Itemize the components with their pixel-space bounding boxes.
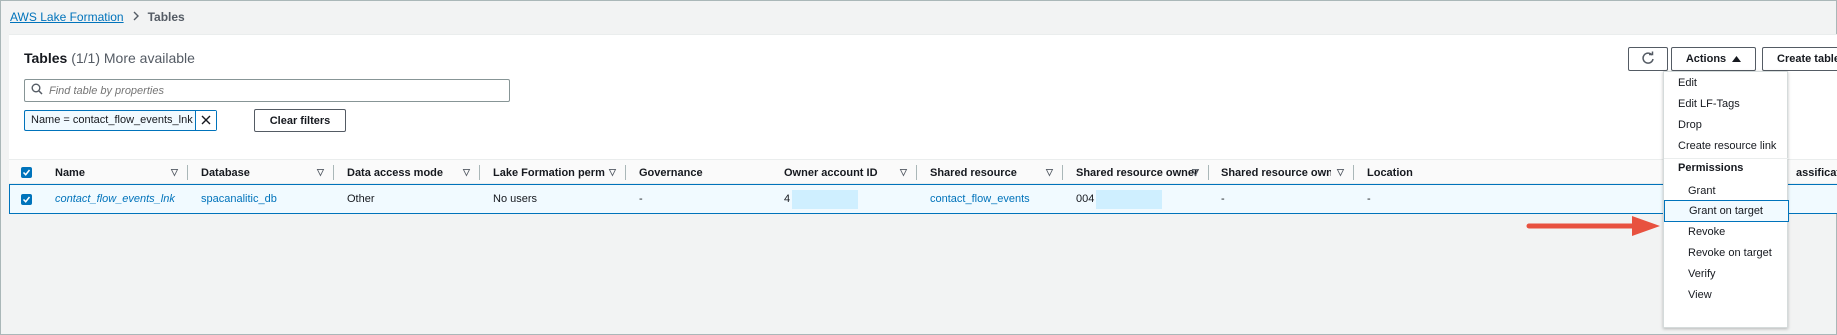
column-divider: [1062, 165, 1063, 180]
sort-icon: ▽: [609, 167, 616, 177]
cell-shared-resource-owner-2: -: [1221, 193, 1225, 205]
column-header-data-access-mode[interactable]: Data access mode ▽: [347, 160, 480, 185]
menu-item-create-resource-link[interactable]: Create resource link: [1664, 135, 1789, 157]
cell-name-link[interactable]: contact_flow_events_lnk: [55, 185, 175, 213]
menu-item-grant-on-target[interactable]: Grant on target: [1664, 200, 1789, 222]
screenshot-frame: AWS Lake Formation Tables Tables (1/1) M…: [0, 0, 1837, 335]
actions-label: Actions: [1685, 53, 1727, 65]
row-checkbox[interactable]: [21, 185, 32, 213]
column-header-database[interactable]: Database ▽: [201, 160, 334, 185]
column-header-owner-account-id[interactable]: Owner account ID ▽: [784, 160, 917, 185]
column-label: Governance: [639, 166, 703, 179]
sort-icon: ▽: [171, 167, 178, 177]
column-header-shared-resource-owner-2[interactable]: Shared resource owner ... ▽: [1221, 160, 1354, 185]
table-header: Name ▽ Database ▽ Data access mode ▽ Lak…: [9, 159, 1837, 184]
panel-title: Tables (1/1) More available: [24, 50, 195, 66]
clear-filters-button[interactable]: Clear filters: [254, 109, 346, 132]
column-divider: [1208, 165, 1209, 180]
cell-location: -: [1367, 193, 1371, 205]
column-header-governance[interactable]: Governance: [639, 160, 784, 185]
column-divider: [479, 165, 480, 180]
redacted-block: [1096, 189, 1163, 209]
checkbox-checked-icon: [21, 193, 32, 205]
column-divider: [333, 165, 334, 180]
column-label: Data access mode: [347, 166, 443, 179]
cell-database-link[interactable]: spacanalitic_db: [201, 185, 277, 213]
caret-up-icon: [1732, 53, 1742, 65]
actions-dropdown-menu: Edit Edit LF-Tags Drop Create resource l…: [1663, 71, 1789, 328]
sort-icon: ▽: [900, 167, 907, 177]
redacted-block: [792, 189, 859, 209]
menu-item-edit[interactable]: Edit: [1664, 72, 1789, 94]
checkbox-checked-icon: [21, 167, 32, 178]
column-header-classification[interactable]: assification: [1796, 160, 1837, 185]
breadcrumb: AWS Lake Formation Tables: [10, 8, 185, 26]
search-box[interactable]: [24, 79, 510, 102]
cell-shared-resource-owner: 004: [1076, 185, 1163, 213]
sort-icon: ▽: [1337, 167, 1344, 177]
column-divider: [1353, 165, 1354, 180]
close-icon: [201, 113, 211, 128]
annotation-arrow-icon: [1526, 216, 1660, 236]
remove-filter-button[interactable]: [195, 111, 216, 130]
select-all-checkbox[interactable]: [21, 160, 32, 185]
panel-title-text: Tables: [24, 50, 68, 66]
column-divider: [625, 165, 626, 180]
column-divider: [916, 165, 917, 180]
menu-item-verify[interactable]: Verify: [1664, 263, 1789, 285]
column-label: Shared resource owner ...: [1221, 166, 1331, 179]
column-header-shared-resource[interactable]: Shared resource ▽: [930, 160, 1063, 185]
column-header-name[interactable]: Name ▽: [55, 160, 188, 185]
tables-panel: Tables (1/1) More available Actions Crea…: [9, 34, 1837, 214]
breadcrumb-lake-formation-link[interactable]: AWS Lake Formation: [10, 10, 124, 24]
column-label: assification: [1796, 166, 1837, 179]
search-input[interactable]: [49, 84, 499, 97]
cell-lf-permissions: No users: [493, 193, 538, 205]
owner-account-id-text: 4: [784, 193, 791, 205]
column-header-lf-permissions[interactable]: Lake Formation permiss... ▽: [493, 160, 626, 185]
menu-item-revoke-on-target[interactable]: Revoke on target: [1664, 242, 1789, 264]
cell-owner-account-id: 4: [784, 185, 859, 213]
sort-icon: ▽: [317, 167, 324, 177]
chevron-right-icon: [132, 11, 140, 24]
cell-shared-resource-link[interactable]: contact_flow_events: [930, 185, 1030, 213]
column-label: Location: [1367, 166, 1413, 179]
column-header-location[interactable]: Location: [1367, 160, 1467, 185]
column-label: Shared resource: [930, 166, 1017, 179]
sort-icon: ▽: [1046, 167, 1053, 177]
menu-item-drop[interactable]: Drop: [1664, 114, 1789, 136]
menu-group-permissions: Permissions: [1678, 162, 1744, 174]
filter-token-text: Name = contact_flow_events_lnk: [31, 114, 193, 126]
column-label: Shared resource owner: [1076, 166, 1199, 179]
column-header-shared-resource-owner[interactable]: Shared resource owner ▽: [1076, 160, 1209, 185]
menu-item-revoke[interactable]: Revoke: [1664, 221, 1789, 243]
actions-button[interactable]: Actions: [1671, 47, 1756, 71]
search-icon: [31, 83, 43, 98]
column-label: Name: [55, 166, 85, 179]
column-label: Lake Formation permiss...: [493, 166, 605, 179]
breadcrumb-current: Tables: [147, 10, 185, 24]
menu-item-edit-lf-tags[interactable]: Edit LF-Tags: [1664, 93, 1789, 115]
menu-divider: [1664, 158, 1789, 159]
menu-item-view[interactable]: View: [1664, 284, 1789, 306]
sort-icon: ▽: [1192, 167, 1199, 177]
column-label: Owner account ID: [784, 166, 878, 179]
cell-governance: -: [639, 193, 643, 205]
filter-token: Name = contact_flow_events_lnk: [24, 110, 217, 131]
shared-resource-owner-text: 004: [1076, 193, 1095, 205]
create-table-button[interactable]: Create table u: [1762, 47, 1837, 71]
menu-item-grant[interactable]: Grant: [1664, 180, 1789, 202]
column-label: Database: [201, 166, 250, 179]
table-row[interactable]: contact_flow_events_lnk spacanalitic_db …: [9, 184, 1837, 214]
panel-count: (1/1) More available: [71, 50, 195, 66]
column-divider: [187, 165, 188, 180]
sort-icon: ▽: [463, 167, 470, 177]
refresh-button[interactable]: [1628, 47, 1668, 71]
refresh-icon: [1641, 51, 1655, 68]
cell-data-access-mode: Other: [347, 193, 375, 205]
